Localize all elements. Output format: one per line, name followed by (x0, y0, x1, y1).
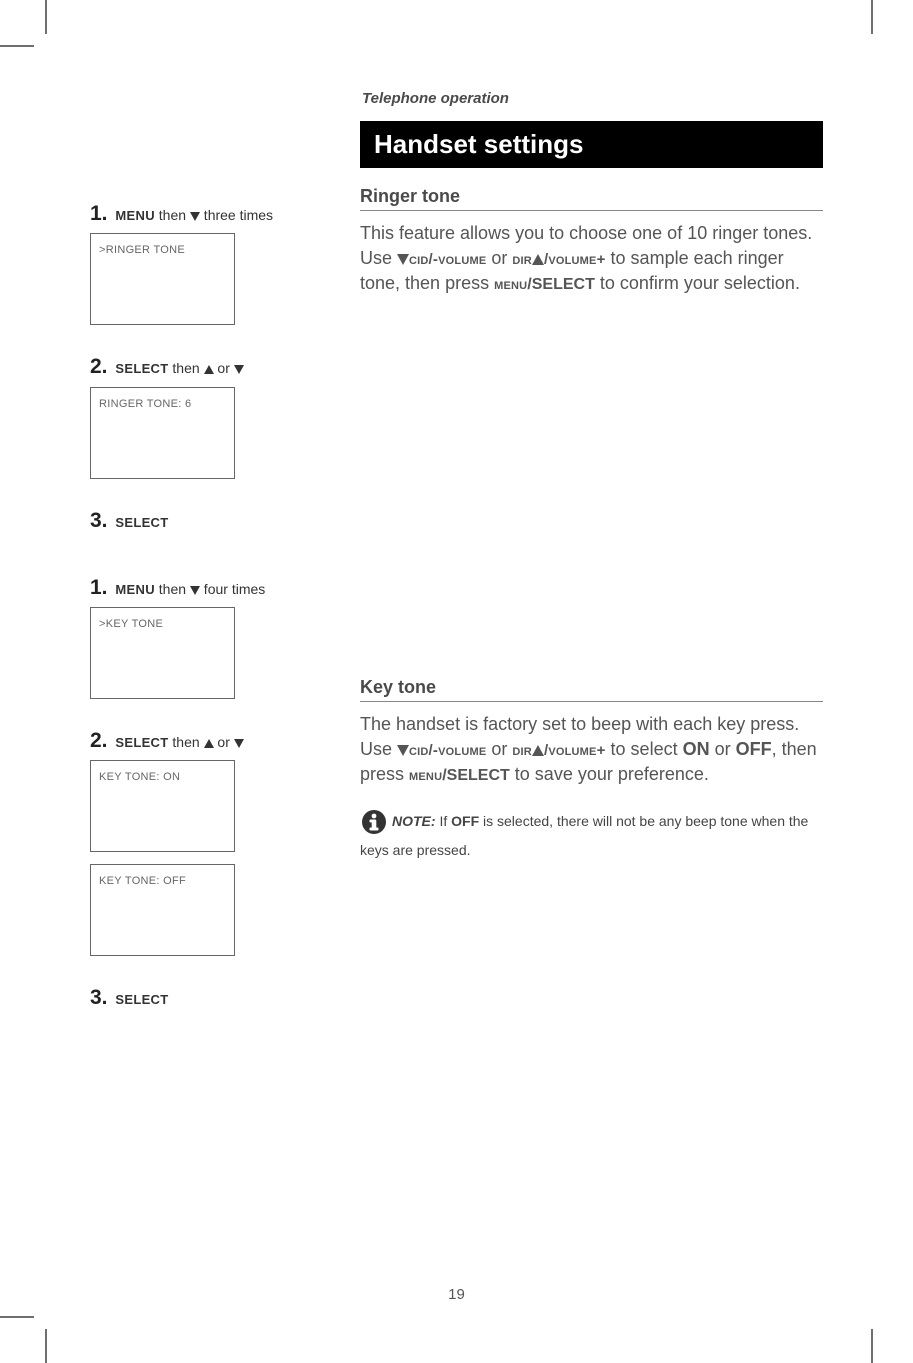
text: or (486, 248, 512, 268)
crop-mark (0, 1316, 34, 1318)
screen-text: KEY TONE: ON (99, 771, 180, 783)
step-action: SELECT (115, 992, 168, 1007)
info-icon (360, 808, 388, 842)
key-paragraph: The handset is factory set to beep with … (360, 712, 823, 788)
step-text: then (155, 581, 190, 597)
arrow-up-icon (204, 739, 214, 748)
subheading-ringer: Ringer tone (360, 186, 823, 211)
crop-mark (0, 45, 34, 47)
step-number: 1. (90, 202, 108, 225)
ringer-paragraph: This feature allows you to choose one of… (360, 221, 823, 297)
step-text: then (155, 207, 190, 223)
text: to confirm your selection. (595, 273, 800, 293)
step-number: 2. (90, 729, 108, 752)
key-label: /SELECT (442, 767, 510, 784)
step-3-key: 3. SELECT (90, 984, 330, 1011)
screen-preview: KEY TONE: OFF (90, 864, 235, 956)
text: or (486, 739, 512, 759)
screen-text: KEY TONE: OFF (99, 875, 186, 887)
step-text: three times (200, 207, 273, 223)
step-number: 2. (90, 355, 108, 378)
page-title: Handset settings (360, 121, 823, 168)
arrow-down-icon (397, 254, 409, 265)
crop-mark (871, 1329, 873, 1363)
screen-preview: RINGER TONE: 6 (90, 387, 235, 479)
text: ON (683, 739, 710, 759)
step-text: or (217, 734, 229, 750)
crop-mark (45, 1329, 47, 1363)
step-1-key: 1. MENU then four times (90, 574, 330, 601)
step-text: then (169, 734, 204, 750)
step-number: 1. (90, 576, 108, 599)
arrow-up-icon (532, 745, 544, 756)
step-number: 3. (90, 509, 108, 532)
screen-text: RINGER TONE: 6 (99, 398, 191, 410)
text: to save your preference. (510, 764, 709, 784)
arrow-down-icon (190, 586, 200, 595)
arrow-down-icon (234, 365, 244, 374)
step-action: SELECT (115, 735, 168, 750)
key-label: menu (409, 767, 442, 784)
crop-mark (45, 0, 47, 34)
step-text: or (217, 360, 229, 376)
step-text: then (169, 360, 204, 376)
subheading-key: Key tone (360, 677, 823, 702)
step-action: SELECT (115, 361, 168, 376)
screen-preview: >RINGER TONE (90, 233, 235, 325)
text: to select (606, 739, 683, 759)
text: OFF (736, 739, 772, 759)
arrow-up-icon (204, 365, 214, 374)
text: or (710, 739, 736, 759)
screen-text: >KEY TONE (99, 618, 163, 630)
note-text: OFF (451, 813, 479, 829)
screen-text: >RINGER TONE (99, 244, 185, 256)
step-text: four times (200, 581, 265, 597)
arrow-up-icon (532, 254, 544, 265)
step-number: 3. (90, 986, 108, 1009)
crop-mark (871, 0, 873, 34)
note-label: NOTE: (392, 813, 436, 829)
step-action: MENU (115, 208, 154, 223)
step-3-ringer: 3. SELECT (90, 507, 330, 534)
section-label: Telephone operation (360, 90, 823, 107)
key-label: /volume+ (544, 742, 606, 759)
note-text: If (436, 813, 452, 829)
step-2-ringer: 2. SELECT then or (90, 353, 330, 380)
key-label: cid/-volume (409, 742, 486, 759)
key-label: dir (512, 251, 532, 268)
key-label: /volume+ (544, 251, 606, 268)
step-1-ringer: 1. MENU then three times (90, 200, 330, 227)
step-action: MENU (115, 582, 154, 597)
page-number: 19 (0, 1286, 913, 1303)
step-2-key: 2. SELECT then or (90, 727, 330, 754)
key-label: cid/-volume (409, 251, 486, 268)
step-action: SELECT (115, 515, 168, 530)
screen-preview: >KEY TONE (90, 607, 235, 699)
note: NOTE: If OFF is selected, there will not… (360, 808, 823, 861)
screen-preview: KEY TONE: ON (90, 760, 235, 852)
arrow-down-icon (190, 212, 200, 221)
key-label: dir (512, 742, 532, 759)
arrow-down-icon (397, 745, 409, 756)
key-label: menu (494, 276, 527, 293)
arrow-down-icon (234, 739, 244, 748)
key-label: /SELECT (527, 276, 595, 293)
